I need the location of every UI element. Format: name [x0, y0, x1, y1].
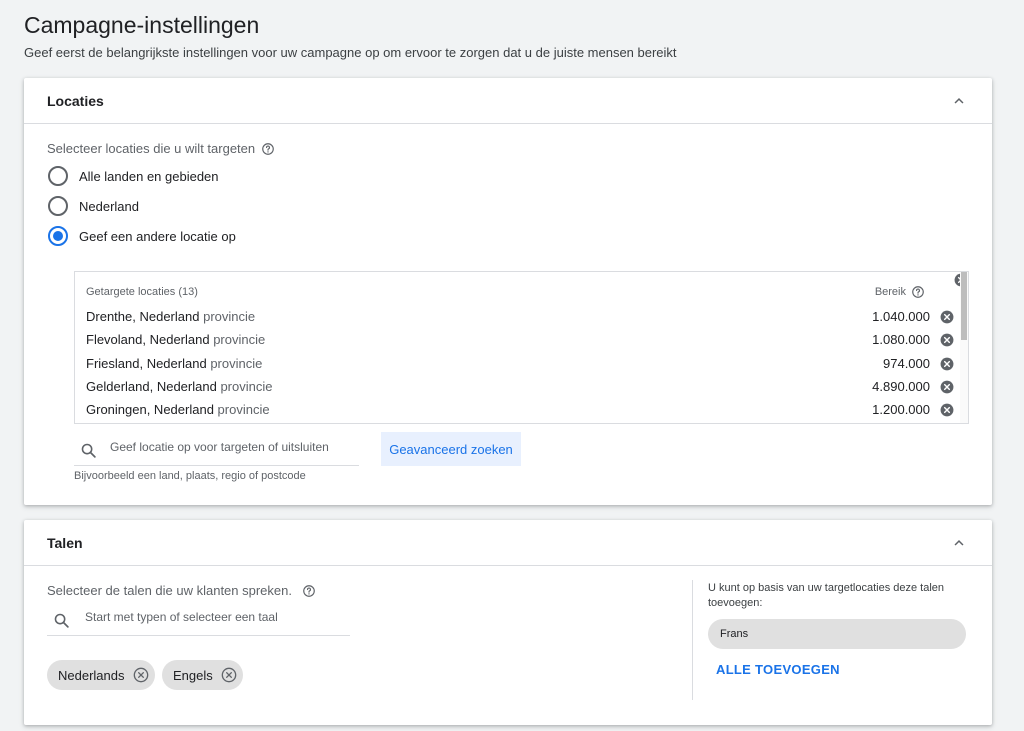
location-type: provincie — [217, 402, 270, 417]
location-name-text: Groningen, Nederland — [86, 402, 214, 417]
radio-button-selected[interactable] — [48, 226, 68, 246]
location-name: Flevoland, Nederland provincie — [86, 332, 265, 347]
remove-icon[interactable] — [940, 380, 954, 394]
scrollbar-thumb[interactable] — [961, 272, 967, 340]
chevron-up-icon[interactable] — [950, 92, 968, 110]
location-reach: 4.890.000 — [872, 379, 930, 394]
location-row: Gelderland, Nederland provincie 4.890.00… — [86, 379, 954, 399]
search-icon — [54, 613, 69, 628]
location-name-text: Drenthe, Nederland — [86, 309, 200, 324]
location-row: Flevoland, Nederland provincie 1.080.000 — [86, 332, 954, 352]
location-search-hint: Bijvoorbeeld een land, plaats, regio of … — [74, 470, 306, 482]
help-icon[interactable] — [261, 142, 275, 156]
location-name: Drenthe, Nederland provincie — [86, 309, 255, 324]
languages-prompt: Selecteer de talen die uw klanten spreke… — [47, 583, 316, 598]
location-reach: 1.080.000 — [872, 332, 930, 347]
location-name: Gelderland, Nederland provincie — [86, 379, 272, 394]
vertical-divider — [692, 580, 693, 700]
radio-label: Nederland — [79, 198, 139, 214]
locations-prompt: Selecteer locaties die u wilt targeten — [47, 141, 275, 156]
location-type: provincie — [220, 379, 273, 394]
reach-header-label: Bereik — [874, 286, 906, 298]
radio-all-countries[interactable]: Alle landen en gebieden — [48, 166, 219, 186]
remove-icon[interactable] — [940, 403, 954, 417]
language-chip: Engels — [162, 660, 243, 690]
locations-header[interactable]: Locaties — [24, 78, 992, 124]
languages-card: Talen Selecteer de talen die uw klanten … — [24, 520, 992, 725]
location-name-text: Flevoland, Nederland — [86, 332, 210, 347]
location-type: provincie — [210, 356, 263, 371]
languages-prompt-text: Selecteer de talen die uw klanten spreke… — [47, 583, 292, 598]
language-chip-label: Nederlands — [58, 667, 125, 683]
location-name: Groningen, Nederland provincie — [86, 402, 270, 417]
radio-netherlands[interactable]: Nederland — [48, 196, 139, 216]
radio-label: Geef een andere locatie op — [79, 228, 236, 244]
location-name-text: Gelderland, Nederland — [86, 379, 217, 394]
locations-title: Locaties — [47, 93, 104, 109]
radio-label: Alle landen en gebieden — [79, 168, 219, 184]
location-reach: 1.200.000 — [872, 402, 930, 417]
advanced-search-button[interactable]: Geavanceerd zoeken — [381, 432, 521, 466]
help-icon[interactable] — [911, 285, 925, 299]
location-type: provincie — [203, 309, 256, 324]
search-icon — [81, 443, 96, 458]
remove-icon[interactable] — [221, 667, 237, 683]
location-name: Friesland, Nederland provincie — [86, 356, 262, 371]
locations-prompt-text: Selecteer locaties die u wilt targeten — [47, 141, 256, 156]
help-icon[interactable] — [302, 584, 316, 598]
location-reach: 974.000 — [883, 356, 930, 371]
page-subtitle: Geef eerst de belangrijkste instellingen… — [24, 45, 677, 60]
location-row: Groningen, Nederland provincie 1.200.000 — [86, 402, 954, 422]
suggested-language-chip[interactable]: Frans — [708, 619, 966, 649]
languages-header[interactable]: Talen — [24, 520, 992, 566]
radio-button[interactable] — [48, 166, 68, 186]
add-all-languages-button[interactable]: ALLE TOEVOEGEN — [716, 662, 840, 677]
location-type: provincie — [213, 332, 266, 347]
chevron-up-icon[interactable] — [950, 534, 968, 552]
targeted-locations-list: Getargete locaties (13) Bereik Drenthe, … — [74, 271, 969, 424]
language-chip: Nederlands — [47, 660, 155, 690]
language-chip-label: Engels — [173, 667, 213, 683]
reach-header: Bereik — [875, 285, 925, 299]
targeted-locations-header: Getargete locaties (13) — [86, 286, 198, 298]
location-row: Drenthe, Nederland provincie 1.040.000 — [86, 309, 954, 329]
language-suggestion-text: U kunt op basis van uw targetlocaties de… — [708, 582, 945, 609]
language-search[interactable] — [47, 603, 350, 636]
remove-icon[interactable] — [133, 667, 149, 683]
remove-icon[interactable] — [940, 357, 954, 371]
location-reach: 1.040.000 — [872, 309, 930, 324]
languages-title: Talen — [47, 535, 83, 551]
location-row: Friesland, Nederland provincie 974.000 — [86, 356, 954, 376]
language-search-input[interactable] — [85, 610, 330, 624]
radio-button[interactable] — [48, 196, 68, 216]
radio-other-location[interactable]: Geef een andere locatie op — [48, 226, 236, 246]
remove-icon[interactable] — [940, 333, 954, 347]
location-name-text: Friesland, Nederland — [86, 356, 207, 371]
location-search[interactable] — [74, 433, 359, 466]
locations-card: Locaties Selecteer locaties die u wilt t… — [24, 78, 992, 505]
location-search-input[interactable] — [110, 440, 355, 454]
scrollbar[interactable] — [960, 272, 968, 423]
remove-icon[interactable] — [940, 310, 954, 324]
page-title: Campagne-instellingen — [24, 12, 260, 38]
